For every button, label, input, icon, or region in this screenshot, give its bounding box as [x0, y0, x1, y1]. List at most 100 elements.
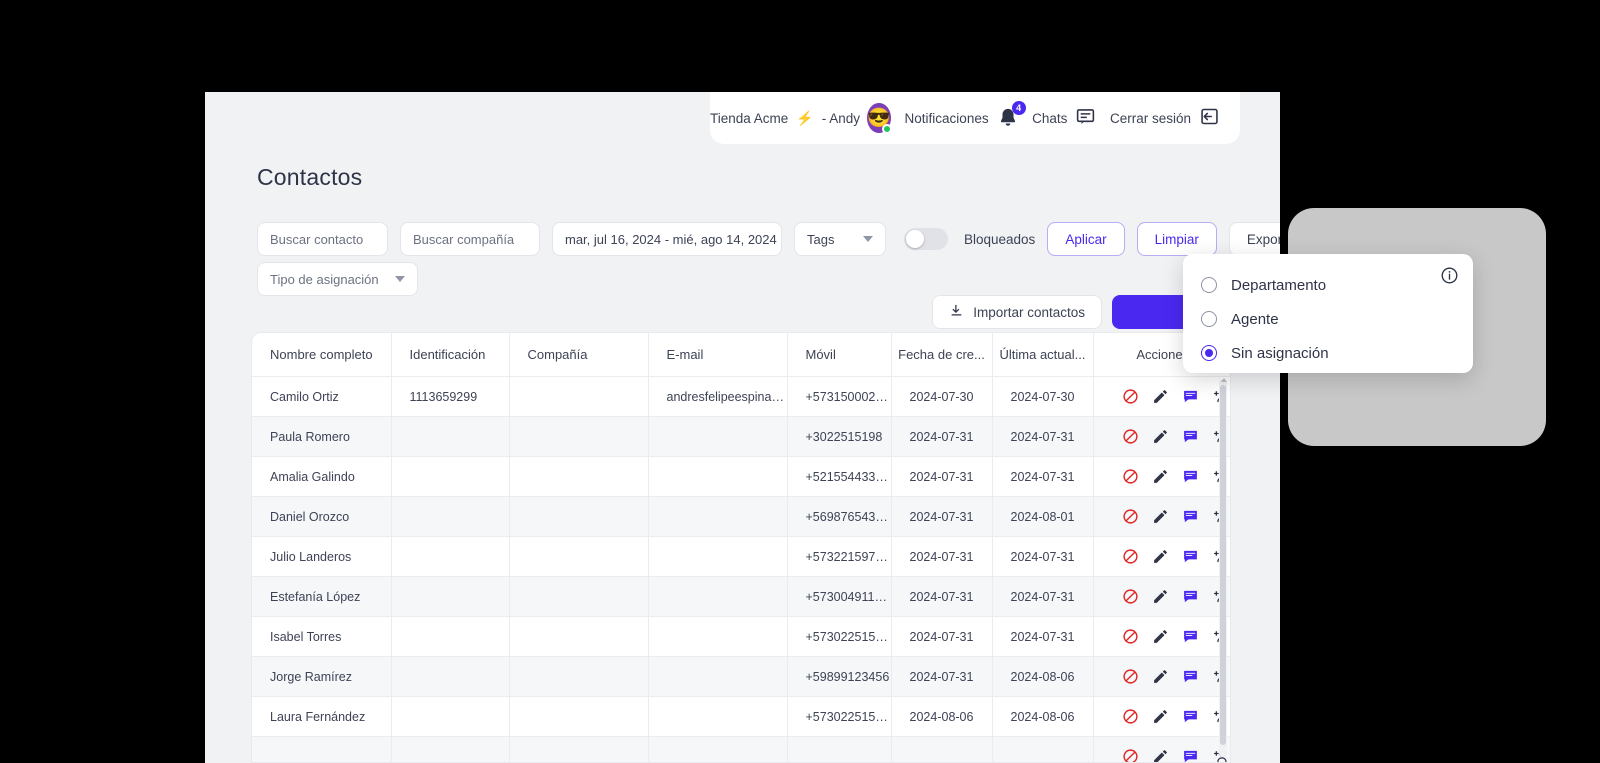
radio-label-sin-asignacion: Sin asignación — [1231, 344, 1329, 362]
edit-icon[interactable] — [1152, 628, 1169, 645]
column-header-updated[interactable]: Última actual... — [992, 333, 1094, 377]
cell-updated: 2024-07-31 — [992, 576, 1094, 617]
cell-created: 2024-07-31 — [891, 576, 993, 617]
edit-icon[interactable] — [1152, 468, 1169, 485]
block-icon[interactable] — [1122, 628, 1139, 645]
contacts-table-card: Nombre completo Identificación Compañía … — [251, 332, 1231, 763]
table-row[interactable]: Camilo Ortiz 1113659299 andresfelipeespina… — [252, 376, 1230, 417]
table-row[interactable]: Daniel Orozco +569876543210 2024-07-31 2024… — [252, 496, 1230, 537]
scroll-up-arrow-icon[interactable] — [1220, 378, 1227, 382]
column-header-name[interactable]: Nombre completo — [252, 333, 392, 377]
table-row[interactable]: Paula Romero +3022515198 2024-07-31 2024-07… — [252, 416, 1230, 457]
export-button[interactable]: Exportar — [1228, 222, 1280, 256]
table-vertical-scrollbar[interactable] — [1219, 378, 1227, 757]
toggle-knob — [906, 230, 924, 248]
cell-updated: 2024-07-30 — [992, 376, 1094, 417]
edit-icon[interactable] — [1152, 428, 1169, 445]
block-icon[interactable] — [1122, 748, 1139, 762]
avatar[interactable]: 😎 — [867, 103, 892, 134]
column-header-company[interactable]: Compañía — [509, 333, 649, 377]
block-icon[interactable] — [1122, 588, 1139, 605]
bell-icon[interactable]: 4 — [997, 101, 1026, 129]
block-icon[interactable] — [1122, 508, 1139, 525]
apply-button[interactable]: Aplicar — [1047, 222, 1125, 256]
search-contact-input[interactable]: Buscar contacto — [257, 222, 388, 256]
radio-icon[interactable] — [1201, 277, 1217, 293]
import-contacts-button[interactable]: Importar contactos — [932, 295, 1102, 329]
edit-icon[interactable] — [1152, 548, 1169, 565]
chats-button[interactable]: Chats — [1032, 106, 1096, 130]
cell-actions — [1093, 536, 1230, 577]
cell-actions — [1093, 456, 1230, 497]
clear-button[interactable]: Limpiar — [1136, 222, 1217, 256]
radio-option-agente[interactable]: Agente — [1183, 302, 1473, 336]
cell-company — [509, 656, 649, 697]
table-row[interactable]: Laura Fernández +573022515888 2024-08-06 20… — [252, 696, 1230, 737]
chat-icon[interactable] — [1182, 708, 1199, 725]
notifications-button[interactable]: Notificaciones 4 — [905, 101, 1026, 129]
search-company-input[interactable]: Buscar compañía — [400, 222, 540, 256]
radio-icon-selected[interactable] — [1201, 345, 1217, 361]
cell-name: Amalia Galindo — [252, 456, 392, 497]
table-row[interactable]: Amalia Galindo+52155443322112024-07-3120… — [252, 456, 1230, 497]
chat-icon[interactable] — [1182, 748, 1199, 762]
blocked-toggle[interactable] — [904, 228, 948, 250]
column-header-email[interactable]: E-mail — [648, 333, 788, 377]
radio-option-sin-asignacion[interactable]: Sin asignación — [1183, 336, 1473, 370]
column-header-created[interactable]: Fecha de cre... — [891, 333, 993, 377]
cell-created: 2024-07-31 — [891, 536, 993, 577]
edit-icon[interactable] — [1152, 508, 1169, 525]
block-icon[interactable] — [1122, 428, 1139, 445]
block-icon[interactable] — [1122, 388, 1139, 405]
radio-option-departamento[interactable]: Departamento — [1183, 268, 1473, 302]
column-header-identification[interactable]: Identificación — [391, 333, 510, 377]
cell-identification — [391, 416, 510, 457]
chat-icon[interactable] — [1182, 428, 1199, 445]
cell-company — [509, 736, 649, 762]
cell-actions — [1093, 416, 1230, 457]
chat-icon[interactable] — [1182, 388, 1199, 405]
edit-icon[interactable] — [1152, 748, 1169, 762]
table-row[interactable] — [252, 736, 1230, 762]
tags-select[interactable]: Tags — [794, 222, 886, 256]
edit-icon[interactable] — [1152, 708, 1169, 725]
date-range-input[interactable]: mar, jul 16, 2024 - mié, ago 14, 2024 — [552, 222, 782, 256]
edit-icon[interactable] — [1152, 588, 1169, 605]
table-row[interactable]: Jorge Ramírez +59899123456 2024-07-31 2024-… — [252, 656, 1230, 697]
cell-email — [648, 696, 788, 737]
scrollbar-thumb[interactable] — [1220, 385, 1226, 745]
table-row[interactable]: Isabel Torres +573022515188 2024-07-31 2024… — [252, 616, 1230, 657]
chat-icon[interactable] — [1182, 628, 1199, 645]
cell-company — [509, 376, 649, 417]
cell-identification — [391, 656, 510, 697]
cell-name: Daniel Orozco — [252, 496, 392, 537]
notifications-badge: 4 — [1011, 101, 1026, 115]
edit-icon[interactable] — [1152, 388, 1169, 405]
chevron-down-icon — [395, 276, 405, 282]
column-header-mobile[interactable]: Móvil — [787, 333, 892, 377]
block-icon[interactable] — [1122, 548, 1139, 565]
blocked-label: Bloqueados — [964, 231, 1036, 247]
cell-updated — [992, 736, 1094, 762]
cell-mobile: +3022515198 — [787, 416, 892, 457]
brand-account[interactable]: Tienda Acme ⚡ - Andy — [710, 110, 860, 127]
chat-icon[interactable] — [1182, 508, 1199, 525]
cell-email — [648, 736, 788, 762]
cell-updated: 2024-08-06 — [992, 696, 1094, 737]
block-icon[interactable] — [1122, 668, 1139, 685]
logout-button[interactable]: Cerrar sesión — [1110, 106, 1220, 130]
block-icon[interactable] — [1122, 468, 1139, 485]
block-icon[interactable] — [1122, 708, 1139, 725]
chat-icon[interactable] — [1182, 668, 1199, 685]
assignment-type-select[interactable]: Tipo de asignación — [257, 262, 418, 296]
chat-icon[interactable] — [1182, 588, 1199, 605]
info-icon[interactable] — [1440, 266, 1459, 285]
edit-icon[interactable] — [1152, 668, 1169, 685]
chat-icon[interactable] — [1182, 468, 1199, 485]
radio-icon[interactable] — [1201, 311, 1217, 327]
cell-actions — [1093, 616, 1230, 657]
cell-identification — [391, 536, 510, 577]
table-row[interactable]: Julio Landeros +573221597878 2024-07-31 202… — [252, 536, 1230, 577]
table-row[interactable]: Estefanía López +573004911397 2024-07-31 20… — [252, 576, 1230, 617]
chat-icon[interactable] — [1182, 548, 1199, 565]
